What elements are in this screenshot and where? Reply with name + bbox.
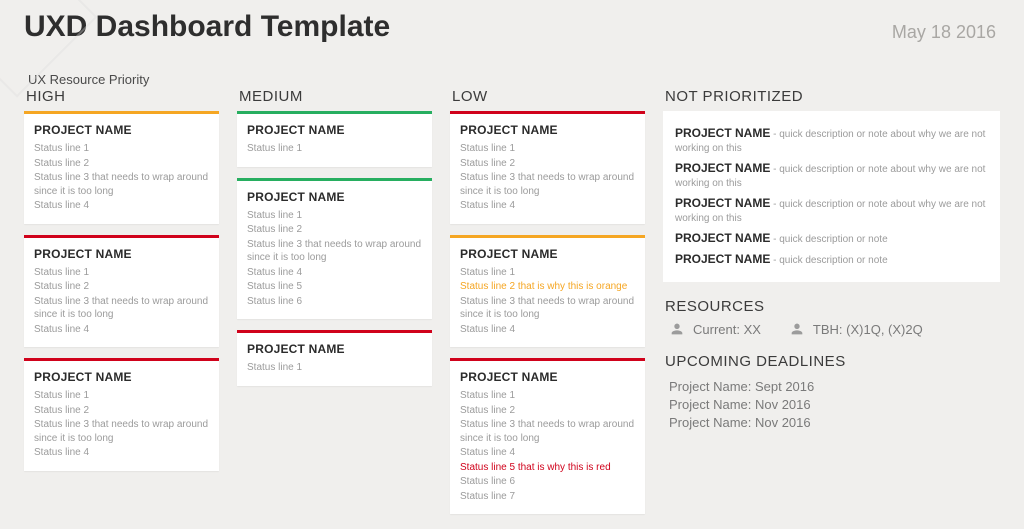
project-card: PROJECT NAMEStatus line 1Status line 2St… [450,358,645,514]
project-name: PROJECT NAME [460,247,635,261]
column-low: LOW PROJECT NAMEStatus line 1Status line… [450,88,645,525]
priority-grid: HIGH PROJECT NAMEStatus line 1Status lin… [24,88,1000,525]
person-icon [789,321,805,337]
status-line: Status line 1 [34,389,209,403]
np-project-name: PROJECT NAME [675,231,770,245]
not-prioritized-box: PROJECT NAME - quick description or note… [663,111,1000,282]
project-card: PROJECT NAME Status line 1 [237,111,432,167]
status-line: Status line 3 that needs to wrap around … [34,295,209,322]
status-line: Status line 4 [247,266,422,280]
status-line: Status line 2 [247,223,422,237]
status-line: Status line 3 that needs to wrap around … [34,171,209,198]
project-name: PROJECT NAME [34,370,209,384]
status-line: Status line 6 [460,475,635,489]
status-line: Status line 6 [247,295,422,309]
resource-current: Current: XX [669,321,761,337]
column-title-high: HIGH [26,88,219,105]
column-title-low: LOW [452,88,645,105]
page-title: UXD Dashboard Template [24,10,1000,44]
status-line: Status line 4 [460,323,635,337]
project-name: PROJECT NAME [460,123,635,137]
project-card: PROJECT NAMEStatus line 1Status line 2St… [24,358,219,471]
project-card: PROJECT NAMEStatus line 1Status line 2St… [237,178,432,320]
status-line: Status line 4 [34,323,209,337]
project-card: PROJECT NAME Status line 1 [237,330,432,386]
resources-title: RESOURCES [665,298,1000,315]
np-project-name: PROJECT NAME [675,161,770,175]
page-date: May 18 2016 [892,22,996,43]
status-line: Status line 4 [34,199,209,213]
resource-tbh-label: TBH: (X)1Q, (X)2Q [813,322,923,337]
project-card: PROJECT NAMEStatus line 1Status line 2St… [24,111,219,224]
status-line: Status line 2 [34,157,209,171]
right-panel: NOT PRIORITIZED PROJECT NAME - quick des… [663,88,1000,430]
not-prioritized-title: NOT PRIORITIZED [665,88,1000,105]
np-note: - quick description or note [770,234,887,245]
status-line: Status line 3 that needs to wrap around … [460,418,635,445]
status-line: Status line 1 [247,361,422,375]
project-name: PROJECT NAME [247,342,422,356]
deadlines-list: Project Name: Sept 2016 Project Name: Nov… [663,376,1000,430]
status-line: Status line 4 [34,446,209,460]
not-prioritized-item: PROJECT NAME - quick description or note… [675,195,988,226]
status-line: Status line 1 [247,209,422,223]
status-line: Status line 3 that needs to wrap around … [34,418,209,445]
resource-current-label: Current: XX [693,322,761,337]
np-project-name: PROJECT NAME [675,252,770,266]
status-line: Status line 5 [247,280,422,294]
column-medium: MEDIUM PROJECT NAMEStatus line 1PROJECT … [237,88,432,397]
status-line: Status line 5 that is why this is red [460,461,635,475]
status-line: Status line 1 [460,266,635,280]
status-line: Status line 2 that is why this is orange [460,280,635,294]
person-icon [669,321,685,337]
status-line: Status line 3 that needs to wrap around … [460,295,635,322]
status-line: Status line 1 [460,389,635,403]
status-line: Status line 4 [460,199,635,213]
status-line: Status line 2 [34,404,209,418]
project-card: PROJECT NAMEStatus line 1Status line 2St… [450,111,645,224]
status-line: Status line 1 [34,142,209,156]
status-line: Status line 3 that needs to wrap around … [247,238,422,265]
status-line: Status line 2 [460,404,635,418]
project-name: PROJECT NAME [460,370,635,384]
deadline-item: Project Name: Nov 2016 [669,415,1000,430]
not-prioritized-item: PROJECT NAME - quick description or note [675,230,988,247]
status-line: Status line 2 [34,280,209,294]
status-line: Status line 1 [247,142,422,156]
status-line: Status line 7 [460,490,635,504]
status-line: Status line 1 [460,142,635,156]
status-line: Status line 2 [460,157,635,171]
not-prioritized-item: PROJECT NAME - quick description or note… [675,125,988,156]
deadline-item: Project Name: Sept 2016 [669,379,1000,394]
not-prioritized-item: PROJECT NAME - quick description or note [675,251,988,268]
status-line: Status line 4 [460,446,635,460]
np-project-name: PROJECT NAME [675,196,770,210]
resource-tbh: TBH: (X)1Q, (X)2Q [789,321,923,337]
deadlines-title: UPCOMING DEADLINES [665,353,1000,370]
project-card: PROJECT NAME Status line 1Status line 2 t… [450,235,645,348]
project-card: PROJECT NAMEStatus line 1Status line 2St… [24,235,219,348]
section-label: UX Resource Priority [28,72,1000,87]
status-line: Status line 3 that needs to wrap around … [460,171,635,198]
project-name: PROJECT NAME [34,123,209,137]
project-name: PROJECT NAME [34,247,209,261]
np-project-name: PROJECT NAME [675,126,770,140]
column-title-medium: MEDIUM [239,88,432,105]
resources-row: Current: XX TBH: (X)1Q, (X)2Q [669,321,1000,337]
project-name: PROJECT NAME [247,123,422,137]
not-prioritized-item: PROJECT NAME - quick description or note… [675,160,988,191]
column-high: HIGH PROJECT NAMEStatus line 1Status lin… [24,88,219,482]
np-note: - quick description or note [770,255,887,266]
status-line: Status line 1 [34,266,209,280]
project-name: PROJECT NAME [247,190,422,204]
deadline-item: Project Name: Nov 2016 [669,397,1000,412]
